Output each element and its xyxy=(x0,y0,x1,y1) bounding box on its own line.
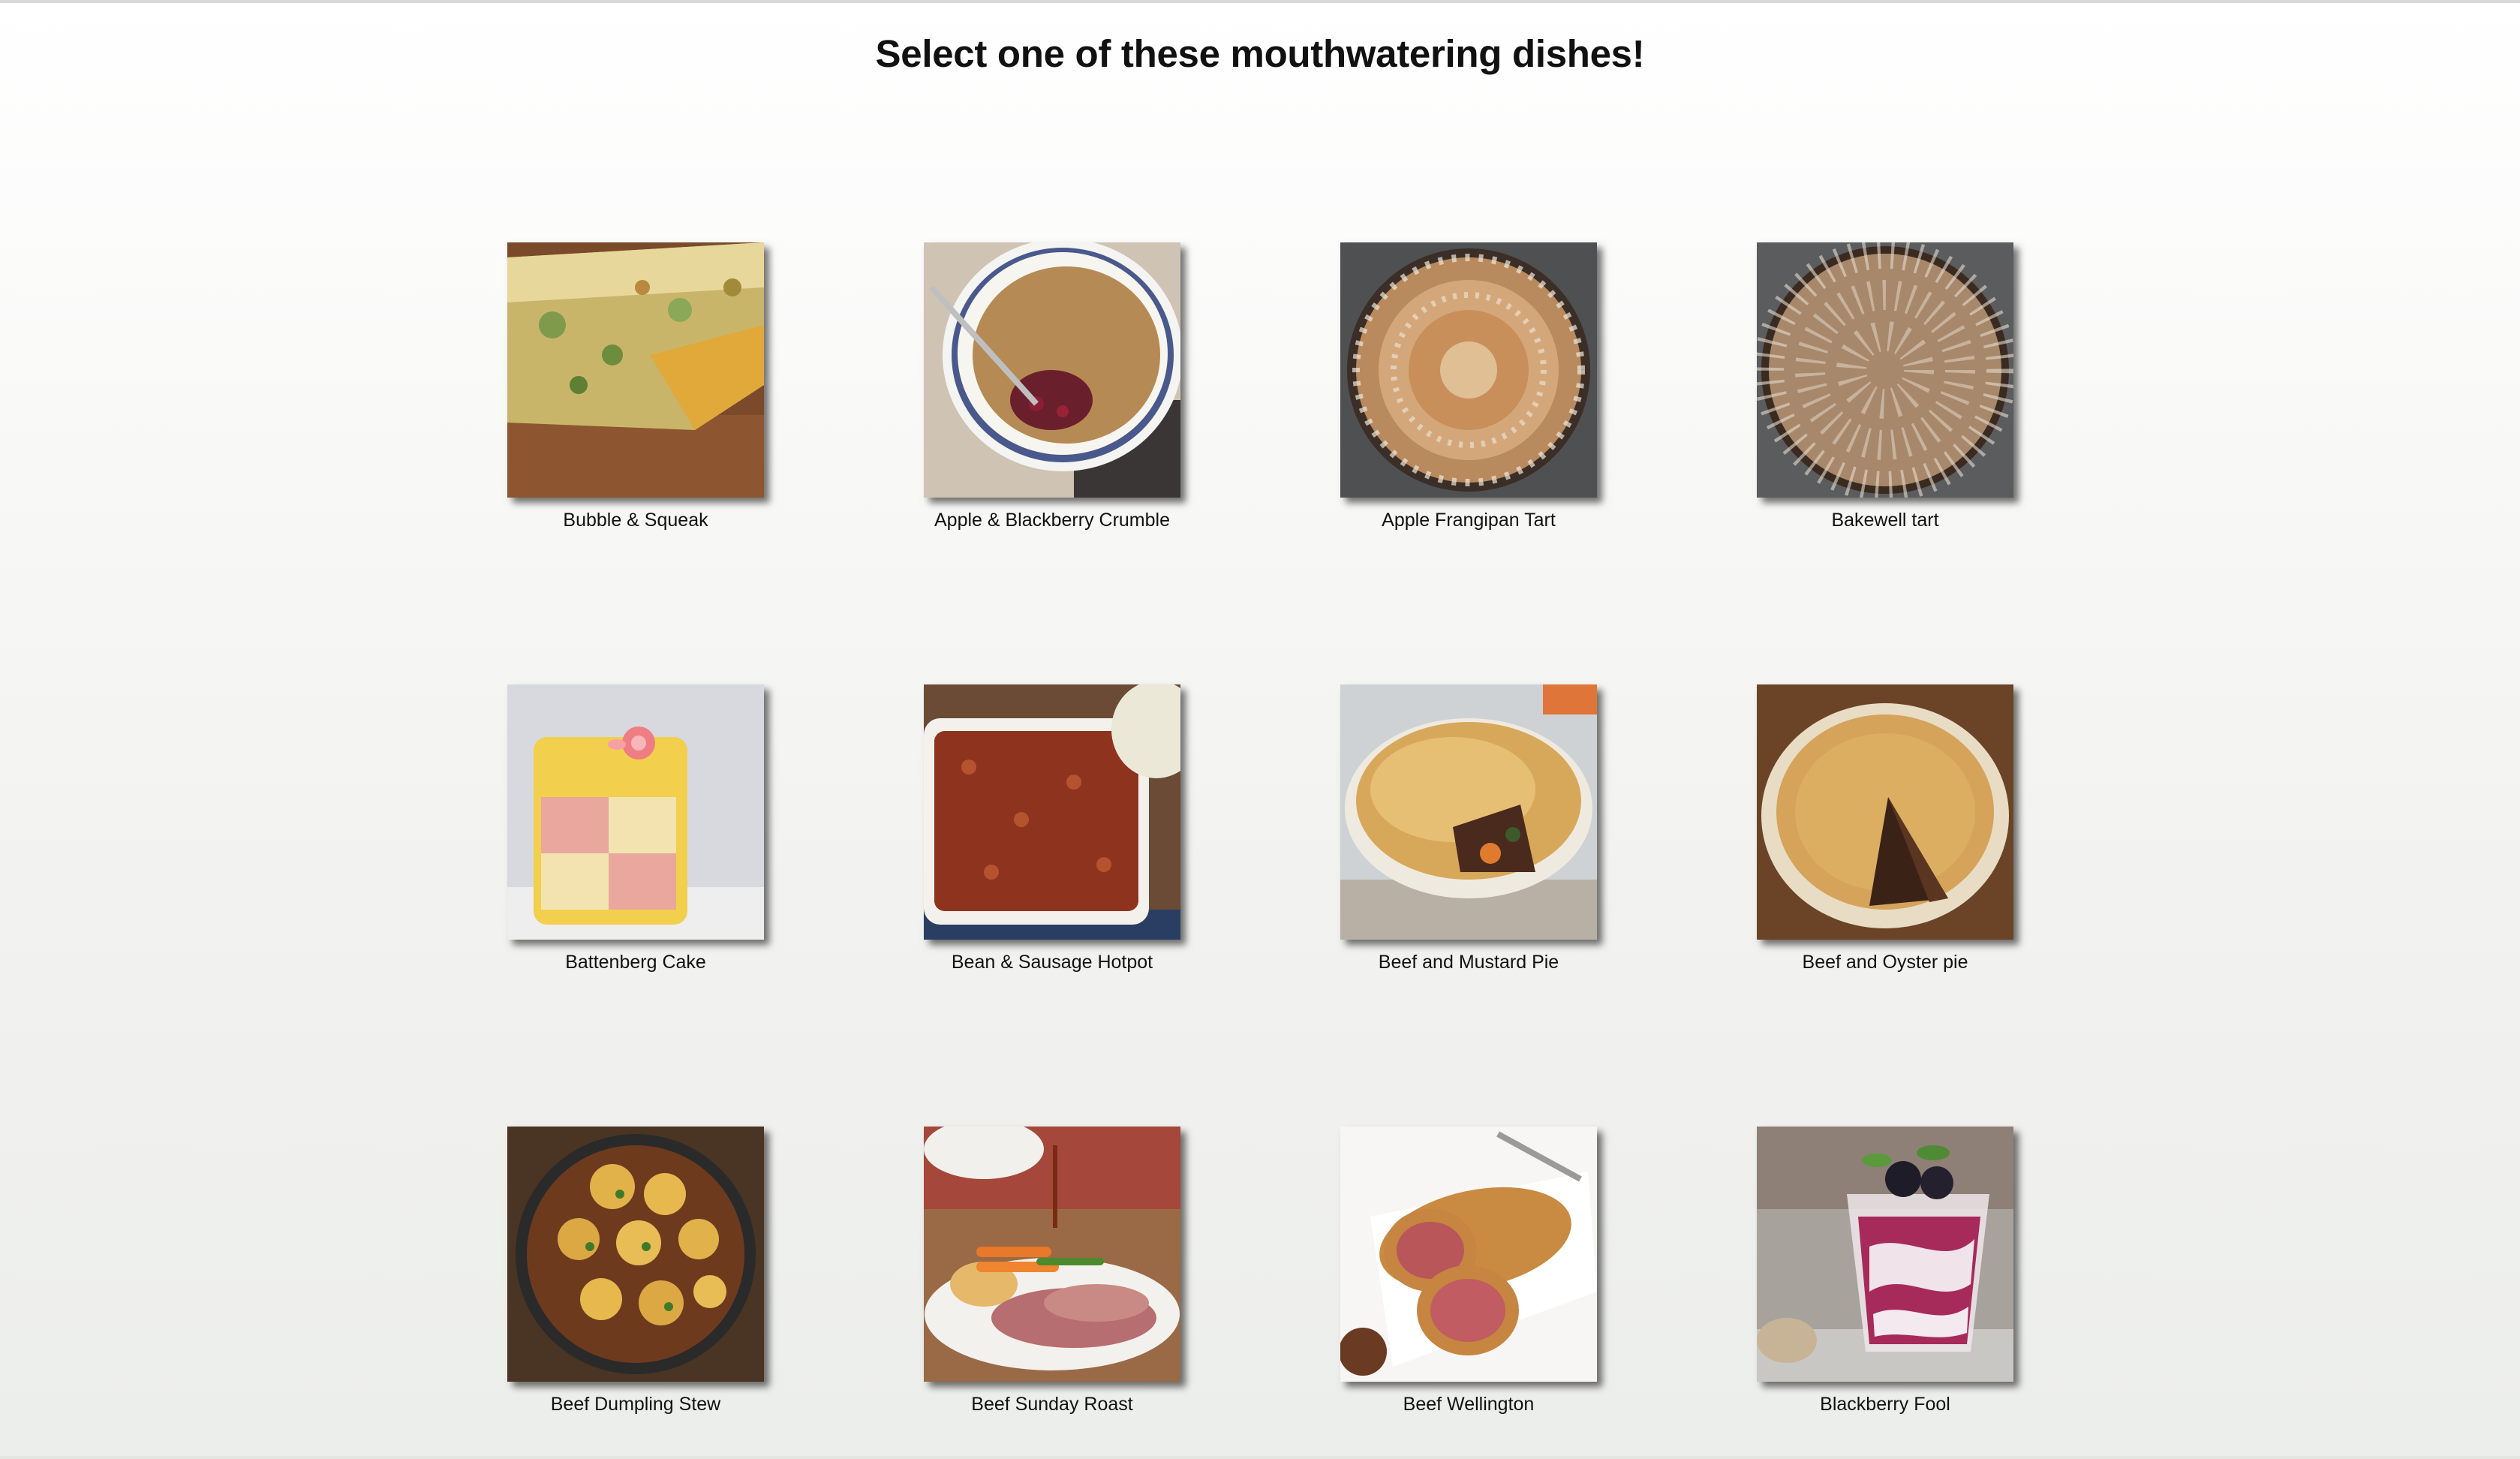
dish-card-bakewell-tart[interactable]: Bakewell tart xyxy=(1757,242,2013,531)
bean-sausage-hotpot-icon xyxy=(924,684,1180,940)
dish-name[interactable]: Blackberry Fool xyxy=(1757,1394,2013,1415)
dish-name[interactable]: Apple Frangipan Tart xyxy=(1340,510,1597,531)
apple-frangipan-tart-image[interactable] xyxy=(1340,242,1597,498)
dish-name[interactable]: Beef Dumpling Stew xyxy=(507,1394,764,1415)
dish-card-blackberry-fool[interactable]: Blackberry Fool xyxy=(1757,1127,2013,1415)
beef-sunday-roast-image[interactable] xyxy=(924,1127,1180,1382)
page-title: Select one of these mouthwatering dishes… xyxy=(875,32,1645,75)
bottom-border xyxy=(0,1456,2520,1459)
apple-blackberry-crumble-image[interactable] xyxy=(924,242,1180,498)
dish-card-beef-dumpling-stew[interactable]: Beef Dumpling Stew xyxy=(507,1127,764,1415)
bakewell-tart-icon xyxy=(1757,242,2013,498)
apple-blackberry-crumble-icon xyxy=(924,242,1180,498)
dish-card-beef-wellington[interactable]: Beef Wellington xyxy=(1340,1127,1597,1415)
dish-card-beef-mustard-pie[interactable]: Beef and Mustard Pie xyxy=(1340,684,1597,973)
dish-name[interactable]: Beef and Mustard Pie xyxy=(1340,952,1597,973)
battenberg-cake-image[interactable] xyxy=(507,684,764,940)
dish-card-apple-frangipan-tart[interactable]: Apple Frangipan Tart xyxy=(1340,242,1597,531)
blackberry-fool-image[interactable] xyxy=(1757,1127,2013,1382)
beef-dumpling-stew-image[interactable] xyxy=(507,1127,764,1382)
bakewell-tart-image[interactable] xyxy=(1757,242,2013,498)
dish-card-apple-blackberry-crumble[interactable]: Apple & Blackberry Crumble xyxy=(924,242,1180,531)
dish-card-beef-oyster-pie[interactable]: Beef and Oyster pie xyxy=(1757,684,2013,973)
dish-name[interactable]: Beef Wellington xyxy=(1340,1394,1597,1415)
dish-name[interactable]: Beef and Oyster pie xyxy=(1757,952,2013,973)
dish-name[interactable]: Bakewell tart xyxy=(1757,510,2013,531)
dish-name[interactable]: Battenberg Cake xyxy=(507,952,764,973)
beef-wellington-icon xyxy=(1340,1127,1597,1382)
dish-card-beef-sunday-roast[interactable]: Beef Sunday Roast xyxy=(924,1127,1180,1415)
dish-grid: Bubble & Squeak Apple & Blackberry Crumb… xyxy=(507,242,2016,1415)
top-border xyxy=(0,0,2520,3)
dish-name[interactable]: Bubble & Squeak xyxy=(507,510,764,531)
bean-sausage-hotpot-image[interactable] xyxy=(924,684,1180,940)
beef-oyster-pie-image[interactable] xyxy=(1757,684,2013,940)
beef-mustard-pie-image[interactable] xyxy=(1340,684,1597,940)
bubble-and-squeak-image[interactable] xyxy=(507,242,764,498)
blackberry-fool-icon xyxy=(1757,1127,2013,1382)
battenberg-cake-icon xyxy=(507,684,764,940)
dish-card-battenberg-cake[interactable]: Battenberg Cake xyxy=(507,684,764,973)
dish-card-bubble-and-squeak[interactable]: Bubble & Squeak xyxy=(507,242,764,531)
dish-name[interactable]: Bean & Sausage Hotpot xyxy=(924,952,1180,973)
apple-frangipan-tart-icon xyxy=(1340,242,1597,498)
beef-wellington-image[interactable] xyxy=(1340,1127,1597,1382)
beef-mustard-pie-icon xyxy=(1340,684,1597,940)
dish-name[interactable]: Apple & Blackberry Crumble xyxy=(924,510,1180,531)
bubble-and-squeak-icon xyxy=(507,242,764,498)
dish-card-bean-sausage-hotpot[interactable]: Bean & Sausage Hotpot xyxy=(924,684,1180,973)
beef-sunday-roast-icon xyxy=(924,1127,1180,1382)
dish-name[interactable]: Beef Sunday Roast xyxy=(924,1394,1180,1415)
beef-dumpling-stew-icon xyxy=(507,1127,764,1382)
beef-oyster-pie-icon xyxy=(1757,684,2013,940)
